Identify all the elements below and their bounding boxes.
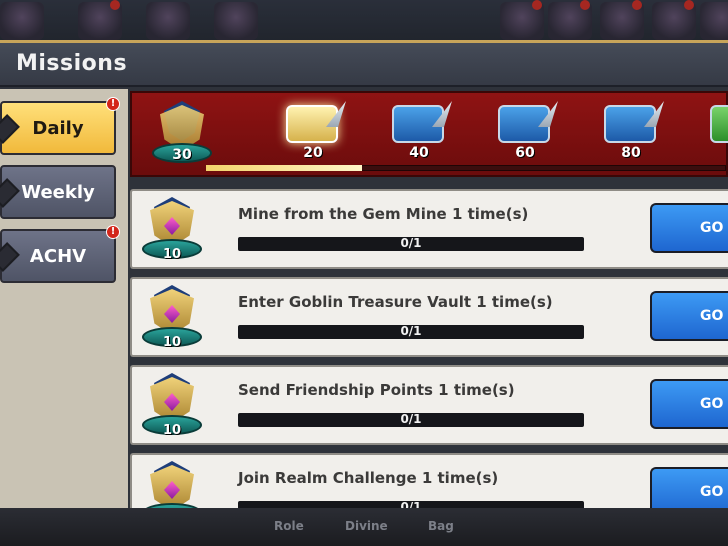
tab-daily[interactable]: Daily ! (0, 97, 120, 155)
winged-chest-icon (498, 101, 558, 143)
mission-progress-bar: 0/1 (238, 324, 584, 339)
shield-gem-emblem-icon: 10 (140, 283, 204, 355)
tab-label: Weekly (21, 181, 95, 203)
shield-gem-emblem-icon: 10 (140, 459, 204, 511)
mission-reward-points: 10 (162, 335, 182, 350)
nav-role[interactable]: Role (274, 519, 304, 533)
game-feature-icon (600, 0, 644, 40)
tab-column: Daily ! Weekly ACHV ! (0, 89, 128, 509)
game-feature-icon (500, 0, 544, 40)
milestone-points: 60 (515, 145, 535, 161)
milestone-chest-80[interactable]: 80 (596, 101, 666, 163)
mission-progress-text: 0/1 (400, 412, 422, 426)
milestone-chest-60[interactable]: 60 (490, 101, 560, 163)
tab-diamond-icon (0, 242, 20, 272)
shield-gem-emblem-icon: 10 (140, 195, 204, 267)
winged-chest-icon (286, 101, 346, 143)
current-score-emblem: 30 (150, 99, 214, 171)
current-points: 30 (172, 147, 192, 163)
tab-diamond-icon (0, 114, 20, 144)
milestone-chest-20[interactable]: 20 (278, 101, 348, 163)
mission-reward-points: 10 (162, 247, 182, 262)
go-button[interactable]: GO (650, 291, 728, 341)
mission-progress-text: 0/1 (400, 324, 422, 338)
shield-gem-emblem-icon: 10 (140, 371, 204, 443)
mission-reward-points: 10 (162, 423, 182, 438)
mission-title: Join Realm Challenge 1 time(s) (238, 469, 499, 487)
go-button[interactable]: GO (650, 379, 728, 429)
list-item: 10 Enter Goblin Treasure Vault 1 time(s)… (130, 277, 728, 357)
mission-progress-text: 0/1 (400, 236, 422, 250)
list-item: 10 Join Realm Challenge 1 time(s) 0/1 GO (130, 453, 728, 511)
mission-title: Enter Goblin Treasure Vault 1 time(s) (238, 293, 553, 311)
tab-achv[interactable]: ACHV ! (0, 225, 120, 283)
winged-chest-icon (710, 105, 728, 143)
winged-chest-icon (392, 101, 452, 143)
game-feature-icon (78, 0, 122, 40)
game-feature-icon (146, 2, 190, 40)
tab-label: Daily (32, 117, 84, 139)
top-icon-strip (0, 0, 728, 44)
track-progress-fill (206, 165, 362, 171)
mission-progress-bar: 0/1 (238, 412, 584, 427)
list-item: 10 Mine from the Gem Mine 1 time(s) 0/1 … (130, 189, 728, 269)
mission-title: Mine from the Gem Mine 1 time(s) (238, 205, 529, 223)
mission-list[interactable]: 10 Mine from the Gem Mine 1 time(s) 0/1 … (130, 183, 728, 511)
game-feature-icon (548, 0, 592, 40)
milestone-chest-40[interactable]: 40 (384, 101, 454, 163)
alert-badge-icon: ! (106, 225, 120, 239)
milestone-points: 40 (409, 145, 429, 161)
game-feature-icon (700, 2, 728, 40)
milestone-chest-next[interactable] (702, 101, 728, 163)
milestone-points: 20 (303, 145, 323, 161)
list-item: 10 Send Friendship Points 1 time(s) 0/1 … (130, 365, 728, 445)
alert-badge-icon: ! (106, 97, 120, 111)
tab-weekly[interactable]: Weekly (0, 165, 116, 219)
go-button[interactable]: GO (650, 467, 728, 511)
milestone-points: 80 (621, 145, 641, 161)
bottom-nav: Role Divine Bag (0, 508, 728, 546)
go-button[interactable]: GO (650, 203, 728, 253)
mission-progress-bar: 0/1 (238, 236, 584, 251)
game-feature-icon (652, 0, 696, 40)
page-title: Missions (16, 51, 128, 76)
game-feature-icon (214, 2, 258, 40)
game-feature-icon (0, 2, 44, 40)
title-bar: Missions (0, 43, 728, 87)
tab-diamond-icon (0, 178, 20, 208)
reward-track: 20 40 60 80 (130, 91, 728, 177)
tab-label: ACHV (29, 245, 87, 267)
nav-divine[interactable]: Divine (345, 519, 388, 533)
nav-bag[interactable]: Bag (428, 519, 454, 533)
mission-title: Send Friendship Points 1 time(s) (238, 381, 515, 399)
missions-panel: Missions Daily ! Weekly ACHV ! 20 40 60 … (0, 40, 728, 511)
winged-chest-icon (604, 101, 664, 143)
